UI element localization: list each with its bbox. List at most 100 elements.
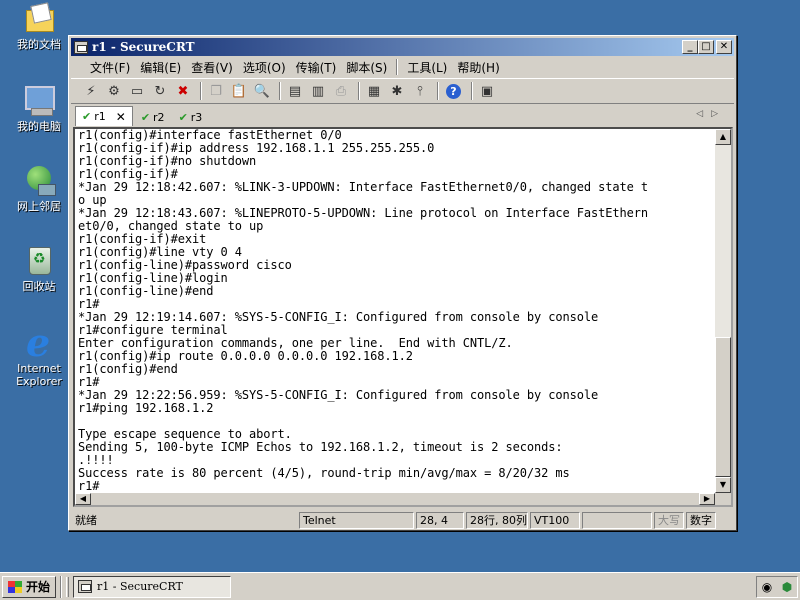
menu-edit[interactable]: 编辑(E) xyxy=(135,59,186,76)
disconnect-icon[interactable]: ✖ xyxy=(173,81,193,101)
desktop-icon-recycle-bin[interactable]: 回收站 xyxy=(4,244,74,293)
tray-speaker-icon[interactable]: ◉ xyxy=(762,580,772,594)
recycle-bin-icon xyxy=(22,244,56,276)
status-cursor-position: 28, 4 xyxy=(416,511,464,529)
terminal-line: r1#ping 192.168.1.2 xyxy=(78,401,214,415)
taskbar: 开始 r1 - SecureCRT ◉ ⬢ xyxy=(0,572,800,600)
menu-file[interactable]: 文件(F) xyxy=(85,59,135,76)
desktop-icon-network-places[interactable]: 网上邻居 xyxy=(4,164,74,213)
toolbar-separator xyxy=(471,82,473,100)
scroll-thumb[interactable] xyxy=(715,337,731,477)
scroll-down-button[interactable]: ▼ xyxy=(715,477,731,493)
vertical-scrollbar[interactable]: ▲ ▼ xyxy=(715,129,731,493)
scroll-right-button[interactable]: ▶ xyxy=(699,493,715,505)
menu-tools[interactable]: 工具(L) xyxy=(402,59,452,76)
quick-connect-icon[interactable]: ⚙ xyxy=(104,81,124,101)
maximize-button[interactable]: □ xyxy=(698,40,714,54)
start-label: 开始 xyxy=(26,580,51,594)
menu-options[interactable]: 选项(O) xyxy=(238,59,291,76)
status-bar: 就绪 Telnet 28, 4 28行, 80列 VT100 大写 数字 xyxy=(71,510,734,530)
horizontal-scrollbar[interactable]: ◀ ▶ xyxy=(75,493,731,505)
menu-view[interactable]: 查看(V) xyxy=(186,59,238,76)
help-icon[interactable]: ? xyxy=(446,83,461,99)
status-blank xyxy=(582,511,652,529)
close-tab-icon[interactable]: ✕ xyxy=(116,110,126,124)
status-terminal-size: 28行, 80列 xyxy=(466,511,528,529)
desktop-icon-label: 我的文档 xyxy=(17,38,61,51)
toolbar-separator xyxy=(279,82,281,100)
about-icon[interactable]: ▣ xyxy=(477,81,497,101)
terminal-line: r1(config-line)#end xyxy=(78,284,214,298)
toolbar-separator xyxy=(200,82,202,100)
connected-check-icon: ✔ xyxy=(140,110,151,124)
securecrt-window: r1 - SecureCRT _ □ ✕ 文件(F) 编辑(E) 查看(V) 选… xyxy=(68,35,737,531)
title-bar[interactable]: r1 - SecureCRT _ □ ✕ xyxy=(71,38,734,56)
close-button[interactable]: ✕ xyxy=(716,40,732,54)
status-emulation: VT100 xyxy=(530,511,580,529)
menu-bar: 文件(F) 编辑(E) 查看(V) 选项(O) 传输(T) 脚本(S) 工具(L… xyxy=(71,57,734,77)
connect-tab-icon[interactable]: ▭ xyxy=(127,81,147,101)
securecrt-app-icon[interactable] xyxy=(74,40,88,54)
desktop-icon-internet-explorer[interactable]: Internet Explorer xyxy=(4,320,74,388)
menu-script[interactable]: 脚本(S) xyxy=(341,59,392,76)
print-setup-icon[interactable]: ⎙ xyxy=(331,81,351,101)
print-icon[interactable]: ▤ xyxy=(285,81,305,101)
toolbar: ⚡ ⚙ ▭ ↻ ✖ ❐ 📋 🔍 ▤ ▥ ⎙ ▦ ✱ ⫯ ? ▣ xyxy=(71,78,734,104)
tab-r3[interactable]: ✔ r3 xyxy=(173,108,209,126)
menu-separator xyxy=(396,59,399,75)
status-num-lock: 数字 xyxy=(686,511,716,529)
session-tab-bar: ✔ r1 ✕ ✔ r2 ✔ r3 ◁▷ xyxy=(71,106,734,126)
taskbar-separator xyxy=(60,575,63,598)
copy-icon[interactable]: ❐ xyxy=(206,81,226,101)
taskbar-item-securecrt[interactable]: r1 - SecureCRT xyxy=(73,575,232,598)
tab-label: r1 xyxy=(94,110,106,123)
menu-transfer[interactable]: 传输(T) xyxy=(291,59,342,76)
toolbar-separator xyxy=(437,82,439,100)
menu-help[interactable]: 帮助(H) xyxy=(452,59,504,76)
internet-explorer-icon xyxy=(22,320,56,365)
start-button[interactable]: 开始 xyxy=(2,575,57,598)
terminal-output[interactable]: r1(config)#interface fastEthernet 0/0 r1(… xyxy=(77,129,718,493)
tab-r2[interactable]: ✔ r2 xyxy=(135,108,171,126)
print-screen-icon[interactable]: ▥ xyxy=(308,81,328,101)
taskbar-grip[interactable] xyxy=(66,576,70,597)
reconnect-icon[interactable]: ↻ xyxy=(150,81,170,101)
terminal-frame: r1(config)#interface fastEthernet 0/0 r1(… xyxy=(73,127,733,507)
terminal-line: Success rate is 80 percent (4/5), round-… xyxy=(78,466,570,480)
tab-label: r2 xyxy=(153,110,165,124)
system-tray: ◉ ⬢ xyxy=(756,576,798,598)
connected-check-icon: ✔ xyxy=(82,110,92,123)
session-options-icon[interactable]: ▦ xyxy=(364,81,384,101)
desktop-icon-label: 网上邻居 xyxy=(17,200,61,213)
global-options-icon[interactable]: ✱ xyxy=(387,81,407,101)
desktop-icon-my-computer[interactable]: 我的电脑 xyxy=(4,84,74,133)
terminal-line: r1(config)#end xyxy=(78,362,178,376)
terminal-line: Sending 5, 100-byte ICMP Echos to 192.16… xyxy=(78,440,563,454)
minimize-button[interactable]: _ xyxy=(682,40,698,54)
task-label: r1 - SecureCRT xyxy=(97,580,183,593)
securecrt-app-icon xyxy=(78,580,93,593)
window-title: r1 - SecureCRT xyxy=(92,40,195,54)
scroll-up-button[interactable]: ▲ xyxy=(715,129,731,145)
scroll-left-button[interactable]: ◀ xyxy=(75,493,91,505)
network-places-icon xyxy=(22,164,56,196)
status-ready: 就绪 xyxy=(75,513,97,527)
status-protocol: Telnet xyxy=(299,511,414,529)
find-icon[interactable]: 🔍 xyxy=(252,81,272,101)
desktop-icon-label: 我的电脑 xyxy=(17,120,61,133)
tray-network-icon[interactable]: ⬢ xyxy=(782,580,792,594)
tab-r1[interactable]: ✔ r1 ✕ xyxy=(75,106,133,126)
connected-check-icon: ✔ xyxy=(178,110,188,124)
connect-icon[interactable]: ⚡ xyxy=(81,81,101,101)
desktop-icon-my-documents[interactable]: 我的文档 xyxy=(4,2,74,51)
status-caps-lock: 大写 xyxy=(654,511,684,529)
tab-scroll-arrows[interactable]: ◁▷ xyxy=(696,109,726,119)
keymap-icon[interactable]: ⫯ xyxy=(410,81,430,101)
paste-icon[interactable]: 📋 xyxy=(229,81,249,101)
terminal-line: r1# xyxy=(78,479,100,493)
windows-logo-icon xyxy=(8,580,22,593)
desktop-icon-label: 回收站 xyxy=(22,280,56,293)
my-computer-icon xyxy=(22,84,56,116)
toolbar-separator xyxy=(358,82,360,100)
desktop-icon-label: Internet Explorer xyxy=(16,362,62,388)
